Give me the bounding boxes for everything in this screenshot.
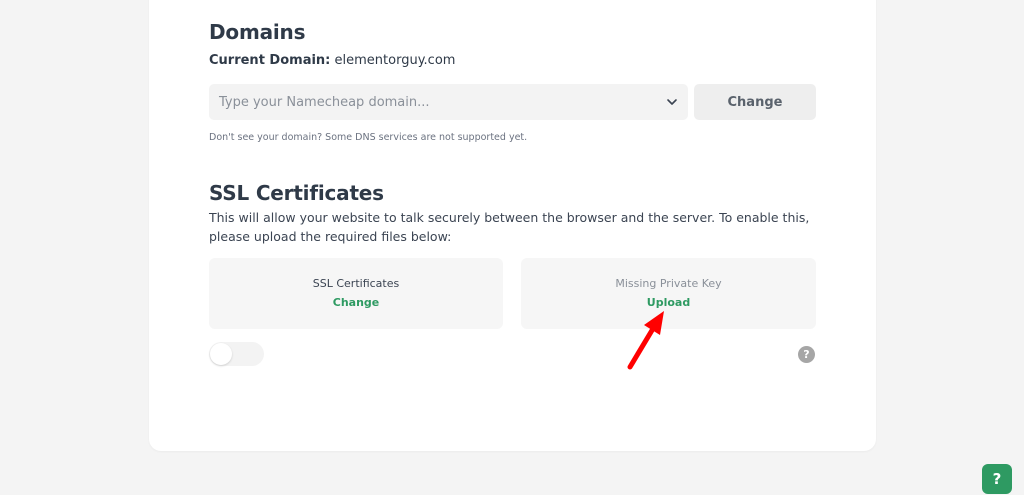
ssl-certificate-name: SSL Certificates xyxy=(312,277,400,290)
private-key-name: Missing Private Key xyxy=(615,277,722,290)
question-icon[interactable]: ? xyxy=(798,346,815,363)
toggle-knob xyxy=(210,343,232,365)
domain-hint: Don't see your domain? Some DNS services… xyxy=(209,132,528,143)
chevron-down-icon xyxy=(666,96,678,108)
help-chat-button[interactable]: ? xyxy=(982,464,1012,494)
ssl-certificate-box: SSL Certificates Change xyxy=(209,258,503,329)
current-domain-value: elementorguy.com xyxy=(334,53,456,68)
change-certificate-link[interactable]: Change xyxy=(333,296,380,309)
domain-select-placeholder: Type your Namecheap domain... xyxy=(219,94,430,110)
ssl-toggle[interactable] xyxy=(209,342,264,366)
ssl-description: This will allow your website to talk sec… xyxy=(209,210,810,244)
current-domain-label: Current Domain: xyxy=(209,53,331,68)
annotation-arrow-icon xyxy=(627,311,664,370)
ssl-title: SSL Certificates xyxy=(209,181,384,205)
domain-select[interactable]: Type your Namecheap domain... xyxy=(209,84,688,120)
change-domain-button[interactable]: Change xyxy=(694,84,816,120)
current-domain: Current Domain: elementorguy.com xyxy=(209,53,455,68)
domains-title: Domains xyxy=(209,20,306,44)
